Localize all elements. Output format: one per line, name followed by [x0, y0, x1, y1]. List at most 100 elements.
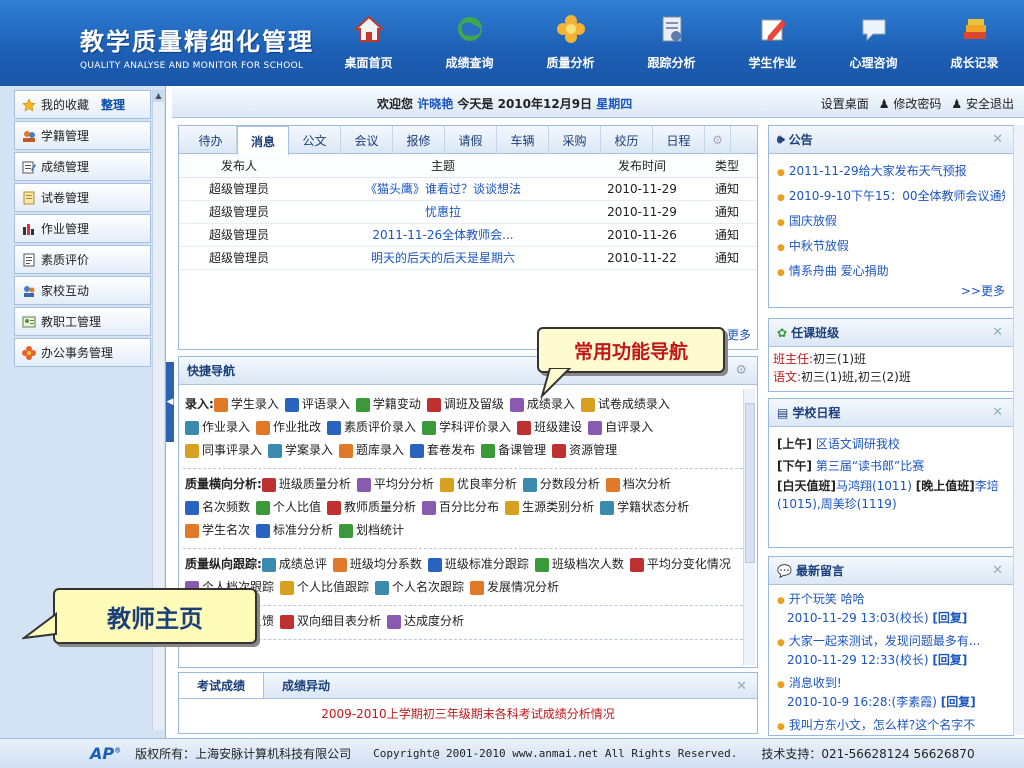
quick-nav-item[interactable]: 达成度分析	[387, 610, 464, 633]
support-phone: 技术支持：021-56628124 56626870	[761, 747, 975, 761]
message-title-link[interactable]: 忧惠拉	[299, 200, 587, 224]
quick-nav-item[interactable]: 双向细目表分析	[280, 610, 381, 633]
exam-analysis-link[interactable]: 2009-2010上学期初三年级期末各科考试成绩分析情况	[179, 705, 757, 722]
quick-nav-item[interactable]: 班级质量分析	[261, 473, 351, 496]
quick-nav-item[interactable]: 调班及留级	[426, 393, 504, 416]
tab-documents[interactable]: 公文	[289, 126, 341, 154]
gear-icon[interactable]: ⚙	[735, 363, 747, 378]
sidebar-item-home-school[interactable]: 家校互动	[14, 276, 151, 305]
nav-score-query[interactable]: 成绩查询	[419, 0, 520, 86]
quick-nav-item[interactable]: 个人比值跟踪	[280, 576, 369, 599]
sidebar-favorites[interactable]: 我的收藏 整理	[14, 90, 151, 119]
change-password-link[interactable]: ♟ 修改密码	[879, 95, 942, 112]
nav-tracking-analysis[interactable]: 跟踪分析	[621, 0, 722, 86]
sidebar-item-student-records[interactable]: 学籍管理	[14, 121, 151, 150]
quick-nav-item[interactable]: 作业录入	[185, 416, 250, 439]
reply-link[interactable]: [回复]	[932, 611, 967, 625]
list-item[interactable]: 2010-9-10下午15：00全体教师会议通知	[777, 185, 1005, 210]
quick-nav-item[interactable]: 学生录入	[213, 393, 279, 416]
close-icon[interactable]: ✕	[992, 563, 1003, 578]
quick-nav-item[interactable]: 同事评录入	[185, 439, 262, 462]
quick-nav-item[interactable]: 资源管理	[552, 439, 617, 462]
sidebar-item-staff-mgmt[interactable]: 教职工管理	[14, 307, 151, 336]
sidebar-item-score-mgmt[interactable]: 成绩管理	[14, 152, 151, 181]
quick-nav-item[interactable]: 平均分变化情况	[629, 553, 731, 576]
sidebar-item-quality-eval[interactable]: 素质评价	[14, 245, 151, 274]
tab-todo[interactable]: 待办	[185, 126, 237, 154]
tab-leave[interactable]: 请假	[445, 126, 497, 154]
quick-nav-item[interactable]: 个人名次跟踪	[375, 576, 464, 599]
close-icon[interactable]: ✕	[992, 405, 1003, 420]
reply-link[interactable]: [回复]	[941, 695, 976, 709]
quick-nav-item[interactable]: 学科评价录入	[422, 416, 511, 439]
nav-quality-analysis[interactable]: 质量分析	[520, 0, 621, 86]
quick-nav-item[interactable]: 评语录入	[284, 393, 350, 416]
message-title-link[interactable]: 明天的后天的后天是星期六	[299, 246, 587, 270]
quick-nav-item[interactable]: 标准分分析	[256, 519, 333, 542]
scroll-thumb[interactable]	[745, 403, 755, 563]
quick-nav-item[interactable]: 个人比值	[256, 496, 321, 519]
set-desktop-link[interactable]: 设置桌面	[821, 95, 869, 112]
tab-calendar[interactable]: 校历	[601, 126, 653, 154]
quick-nav-item[interactable]: 素质评价录入	[327, 416, 416, 439]
quick-nav-item[interactable]: 学生名次	[185, 519, 250, 542]
messages-more-link[interactable]: 更多	[727, 326, 751, 343]
quick-nav-item[interactable]: 套卷发布	[410, 439, 475, 462]
tab-purchasing[interactable]: 采购	[549, 126, 601, 154]
nav-counseling[interactable]: 心理咨询	[823, 0, 924, 86]
tab-vehicles[interactable]: 车辆	[497, 126, 549, 154]
quick-nav-item[interactable]: 作业批改	[256, 416, 321, 439]
quick-nav-item[interactable]: 平均分分析	[356, 473, 434, 496]
organize-favorites-link[interactable]: 整理	[101, 96, 125, 113]
quick-nav-item[interactable]: 班级档次人数	[534, 553, 624, 576]
quick-nav-item[interactable]: 题库录入	[339, 439, 404, 462]
list-item[interactable]: 2011-11-29给大家发布天气预报	[777, 160, 1005, 185]
quick-nav-item[interactable]: 班级建设	[517, 416, 582, 439]
sidebar-collapse-handle[interactable]: ◀	[166, 362, 174, 442]
tab-schedule[interactable]: 日程	[653, 126, 705, 154]
sidebar-item-homework-mgmt[interactable]: 作业管理	[14, 214, 151, 243]
quick-nav-item[interactable]: 学籍变动	[355, 393, 421, 416]
nav-growth-record[interactable]: 成长记录	[924, 0, 1024, 86]
quick-nav-item[interactable]: 学案录入	[268, 439, 333, 462]
message-title-link[interactable]: 2011-11-26全体教师会...	[299, 223, 587, 247]
right-scrollbar[interactable]	[1013, 125, 1024, 735]
logout-link[interactable]: ♟ 安全退出	[951, 95, 1014, 112]
quick-nav-item[interactable]: 发展情况分析	[470, 576, 559, 599]
tab-meetings[interactable]: 会议	[341, 126, 393, 154]
tab-exam-scores[interactable]: 考试成绩	[179, 673, 265, 698]
tab-score-changes[interactable]: 成绩异动	[264, 673, 348, 698]
message-title-link[interactable]: 《猫头鹰》谁看过？谈谈想法	[299, 177, 587, 201]
quick-nav-item[interactable]: 生源类别分析	[505, 496, 594, 519]
gear-icon[interactable]: ⚙	[705, 126, 731, 154]
quick-nav-item[interactable]: 教师质量分析	[327, 496, 416, 519]
tab-repairs[interactable]: 报修	[393, 126, 445, 154]
quick-nav-item[interactable]: 档次分析	[605, 473, 671, 496]
quick-nav-scrollbar[interactable]	[743, 389, 755, 665]
close-icon[interactable]: ✕	[992, 325, 1003, 340]
close-icon[interactable]: ✕	[992, 132, 1003, 147]
close-icon[interactable]: ✕	[736, 679, 747, 694]
quick-nav-item[interactable]: 备课管理	[481, 439, 546, 462]
nav-home[interactable]: 桌面首页	[318, 0, 419, 86]
list-item[interactable]: 中秋节放假	[777, 235, 1005, 260]
notice-more-link[interactable]: >>更多	[961, 282, 1005, 299]
tab-messages[interactable]: 消息	[237, 126, 289, 155]
quick-nav-item[interactable]: 优良率分析	[439, 473, 517, 496]
list-item[interactable]: 国庆放假	[777, 210, 1005, 235]
quick-nav-item[interactable]: 分数段分析	[522, 473, 600, 496]
quick-nav-item[interactable]: 百分比分布	[422, 496, 499, 519]
scroll-up-icon[interactable]: ▲	[153, 90, 164, 102]
quick-nav-item[interactable]: 名次频数	[185, 496, 250, 519]
quick-nav-item[interactable]: 班级标准分跟踪	[427, 553, 529, 576]
quick-nav-item[interactable]: 班级均分系数	[332, 553, 422, 576]
quick-nav-item[interactable]: 自评录入	[588, 416, 653, 439]
quick-nav-item[interactable]: 成绩总评	[261, 553, 327, 576]
nav-homework[interactable]: 学生作业	[722, 0, 823, 86]
reply-link[interactable]: [回复]	[932, 653, 967, 667]
quick-nav-item[interactable]: 学籍状态分析	[600, 496, 689, 519]
quick-nav-item[interactable]: 试卷成绩录入	[580, 393, 670, 416]
sidebar-item-office-affairs[interactable]: 办公事务管理	[14, 338, 151, 367]
quick-nav-item[interactable]: 划档统计	[339, 519, 404, 542]
sidebar-item-paper-mgmt[interactable]: 试卷管理	[14, 183, 151, 212]
